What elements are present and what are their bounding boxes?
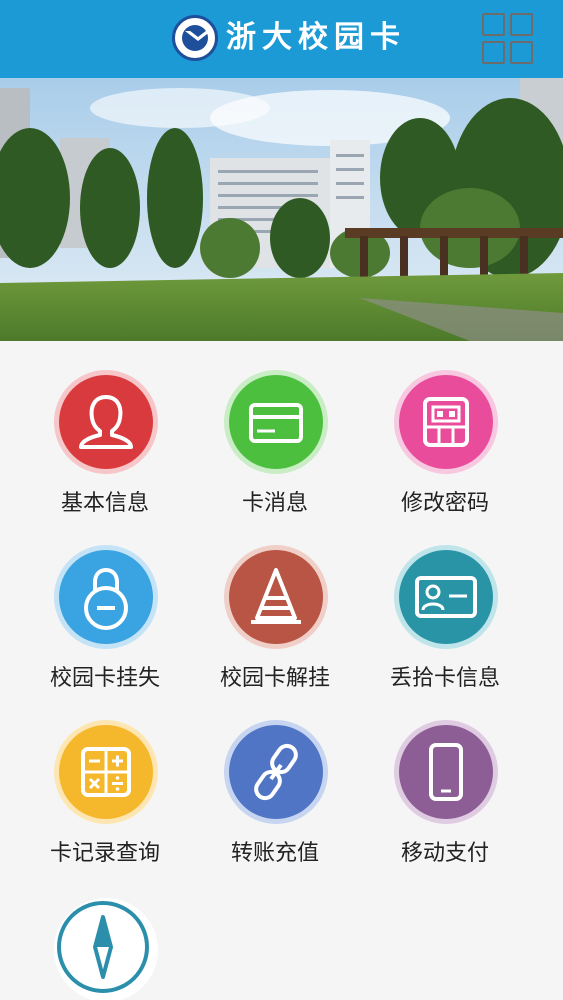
id-card-icon bbox=[399, 550, 493, 644]
phone-icon bbox=[399, 725, 493, 819]
campus-photo bbox=[0, 78, 563, 341]
app-header: 浙大校园卡 bbox=[0, 0, 563, 78]
menu-report-loss[interactable]: 校园卡挂失 bbox=[20, 545, 190, 705]
menu-card-messages[interactable]: 卡消息 bbox=[190, 370, 360, 530]
calculator-icon bbox=[59, 725, 153, 819]
menu-label: 移动支付 bbox=[400, 841, 489, 866]
menu-lost-found-info[interactable]: 丢拾卡信息 bbox=[360, 545, 530, 705]
grid-menu-icon[interactable] bbox=[482, 13, 536, 67]
menu-label: 卡记录查询 bbox=[49, 841, 160, 866]
menu-compass[interactable] bbox=[20, 898, 190, 1000]
compass-icon bbox=[57, 901, 149, 993]
menu-label: 修改密码 bbox=[400, 491, 489, 516]
menu-transfer-recharge[interactable]: 转账充值 bbox=[190, 720, 360, 880]
menu-label: 基本信息 bbox=[60, 491, 149, 516]
menu-label: 校园卡挂失 bbox=[49, 666, 160, 691]
menu-card-records[interactable]: 卡记录查询 bbox=[20, 720, 190, 880]
menu-cancel-loss[interactable]: 校园卡解挂 bbox=[190, 545, 360, 705]
menu-label: 校园卡解挂 bbox=[219, 666, 330, 691]
menu-label: 转账充值 bbox=[230, 841, 319, 866]
zju-logo-icon bbox=[172, 15, 218, 61]
app-title: 浙大校园卡 bbox=[226, 20, 406, 55]
lock-icon bbox=[59, 550, 153, 644]
cone-icon bbox=[229, 550, 323, 644]
menu-label: 丢拾卡信息 bbox=[389, 666, 500, 691]
card-icon bbox=[229, 375, 323, 469]
link-icon bbox=[229, 725, 323, 819]
robot-icon bbox=[399, 375, 493, 469]
menu-mobile-payment[interactable]: 移动支付 bbox=[360, 720, 530, 880]
menu-label: 卡消息 bbox=[241, 491, 308, 516]
menu-basic-info[interactable]: 基本信息 bbox=[20, 370, 190, 530]
campus-banner[interactable] bbox=[0, 78, 563, 341]
user-icon bbox=[59, 375, 153, 469]
menu-change-password[interactable]: 修改密码 bbox=[360, 370, 530, 530]
